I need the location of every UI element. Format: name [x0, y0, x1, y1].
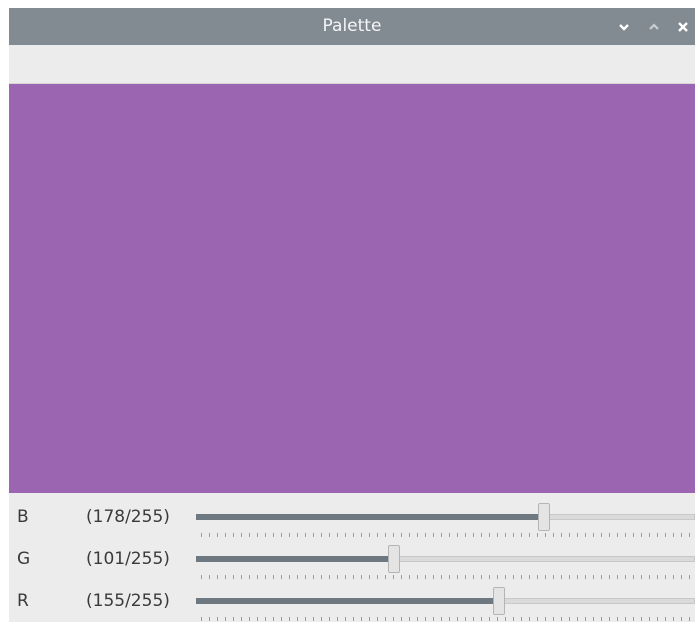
slider-row-red: R (155/255): [9, 586, 695, 622]
palette-window: Palette B (178/255) G (101/255) R (155/2…: [9, 8, 695, 622]
slider-ticks: [201, 575, 695, 579]
channel-value: (155/255): [86, 591, 170, 611]
maximize-button[interactable]: [644, 17, 664, 37]
slider-ticks: [201, 533, 695, 537]
channel-value: (101/255): [86, 549, 170, 569]
chevron-down-icon: [619, 24, 629, 31]
red-slider[interactable]: [196, 587, 695, 615]
slider-row-green: G (101/255): [9, 544, 695, 586]
minimize-button[interactable]: [614, 17, 634, 37]
slider-ticks: [201, 617, 695, 621]
slider-fill: [196, 598, 499, 604]
channel-label: G: [17, 549, 31, 569]
chevron-up-icon: [649, 23, 659, 30]
slider-fill: [196, 556, 394, 562]
channel-label: B: [17, 507, 29, 527]
slider-thumb[interactable]: [493, 587, 505, 615]
window-title: Palette: [322, 16, 382, 36]
close-button[interactable]: [673, 17, 693, 37]
slider-thumb[interactable]: [388, 545, 400, 573]
color-swatch: [9, 84, 695, 493]
slider-fill: [196, 514, 544, 520]
channel-value: (178/255): [86, 507, 170, 527]
menu-bar: [9, 45, 695, 84]
blue-slider[interactable]: [196, 503, 695, 531]
close-icon: [678, 22, 688, 32]
green-slider[interactable]: [196, 545, 695, 573]
channel-label: R: [17, 591, 29, 611]
titlebar[interactable]: Palette: [9, 8, 695, 45]
slider-thumb[interactable]: [538, 503, 550, 531]
slider-row-blue: B (178/255): [9, 502, 695, 544]
